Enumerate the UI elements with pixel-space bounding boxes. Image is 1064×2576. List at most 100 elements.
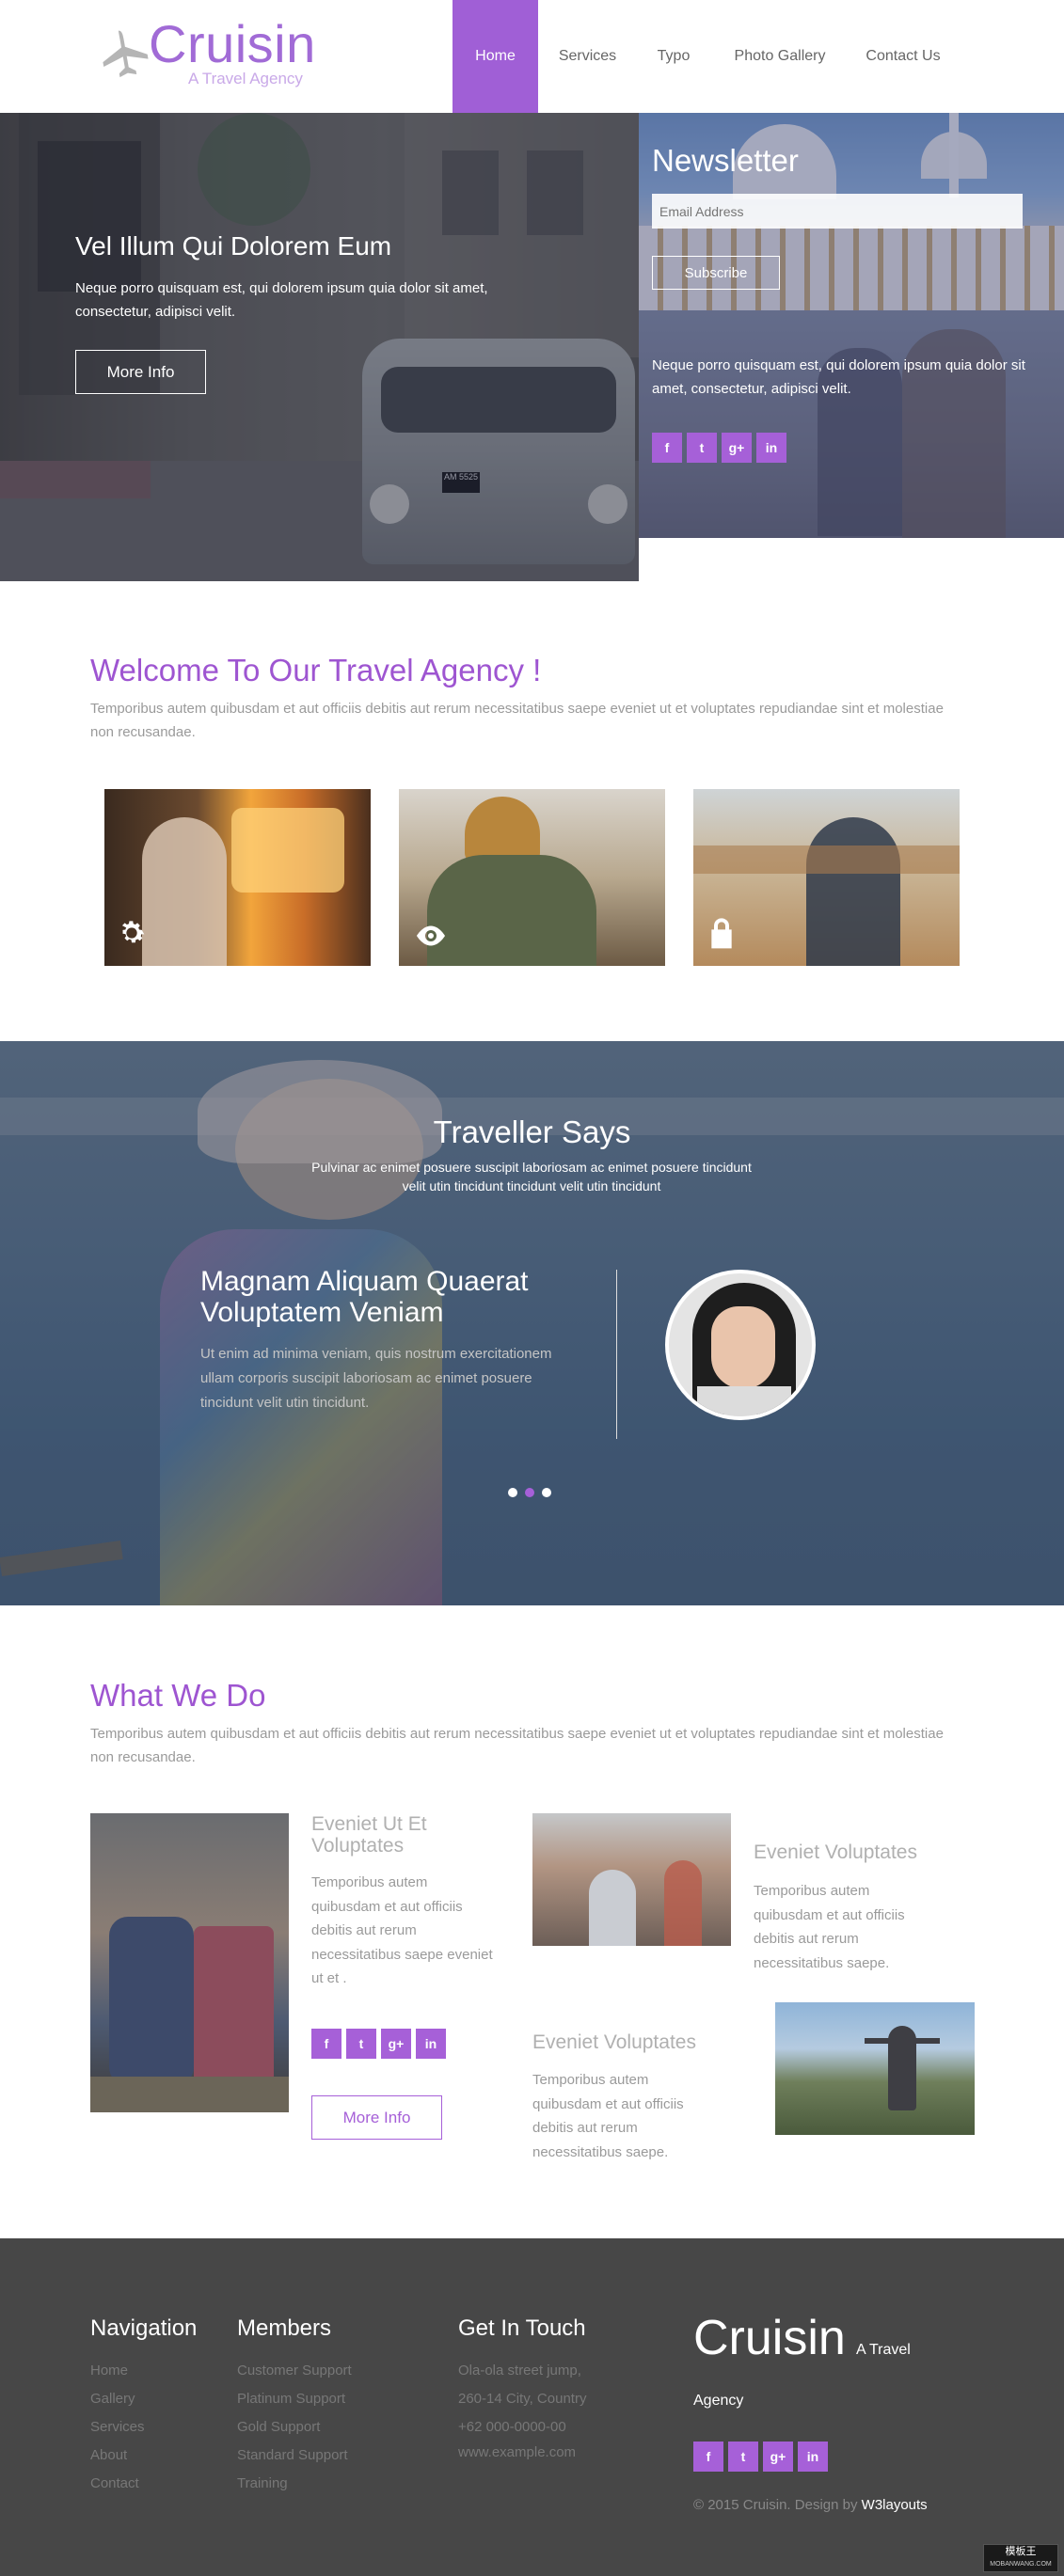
welcome-title: Welcome To Our Travel Agency ! [90,653,542,687]
nav-photo-gallery[interactable]: Photo Gallery [724,0,835,113]
slider-dot-2[interactable] [525,1488,534,1497]
lock-icon [711,918,732,949]
welcome-text: Temporibus autem quibusdam et aut offici… [90,701,944,740]
footer-phone: +62 000-0000-00 [458,2419,566,2435]
footer-copyright: © 2015 Cruisin. Design by W3layouts [693,2497,928,2513]
logo-tagline: A Travel Agency [188,70,303,87]
footer-address-line2: 260-14 City, Country [458,2391,587,2407]
site-header: Cruisin A Travel Agency Home Services Ty… [0,0,1064,113]
newsletter-email-input[interactable] [652,194,1023,229]
footer-brand: Cruisin [693,2311,846,2365]
jacket [427,855,596,966]
item2-title: Eveniet Voluptates [754,1841,917,1863]
newsletter-panel: Newsletter Subscribe Neque porro quisqua… [639,113,1064,538]
beanie-hat [465,797,540,862]
item3-title: Eveniet Voluptates [532,2031,696,2053]
designer-link[interactable]: W3layouts [862,2497,928,2513]
nav-home[interactable]: Home [453,0,538,113]
facebook-icon[interactable]: f [693,2442,723,2472]
sunset-window [231,808,344,893]
item2-text: Temporibus autem quibusdam et aut offici… [754,1883,905,1971]
what-we-do-text: Temporibus autem quibusdam et aut offici… [90,1726,944,1765]
footer-link-contact[interactable]: Contact [90,2475,139,2491]
newsletter-subscribe-button[interactable]: Subscribe [652,256,780,290]
suitcase [194,1926,274,2086]
newsletter-text: Neque porro quisquam est, qui dolorem ip… [652,357,1025,397]
welcome-card-3[interactable] [693,789,960,966]
item1-more-info-button[interactable]: More Info [311,2095,442,2140]
linkedin-icon[interactable]: in [798,2442,828,2472]
what-we-do-title: What We Do [90,1678,266,1713]
watermark-top: 模板王 [1005,2546,1037,2557]
man-figure [806,817,900,966]
fort-wall [693,845,960,874]
linkedin-icon[interactable]: in [756,433,786,463]
gear-icon [121,921,145,943]
hiker-arms [865,2038,940,2044]
twitter-icon[interactable]: t [687,433,717,463]
footer-link-training[interactable]: Training [237,2475,288,2491]
welcome-card-2[interactable] [399,789,665,966]
footer-contact-title: Get In Touch [458,2315,586,2341]
footer-address-line1: Ola-ola street jump, [458,2363,581,2378]
floor [90,2077,289,2112]
item1-text: Temporibus autem quibusdam et aut offici… [311,1874,493,1986]
footer-link-gold-support[interactable]: Gold Support [237,2419,320,2435]
testimonial-subtitle: Pulvinar ac enimet posuere suscipit labo… [311,1160,752,1193]
hero-overlay [0,113,639,581]
welcome-card-1[interactable] [104,789,371,966]
quote-text: Ut enim ad minima veniam, quis nostrum e… [200,1346,552,1411]
footer-link-customer-support[interactable]: Customer Support [237,2363,352,2378]
google-plus-icon[interactable]: g+ [722,433,752,463]
site-footer: Navigation Home Gallery Services About C… [0,2238,1064,2576]
person-figure [664,1860,702,1946]
copyright-text: © 2015 Cruisin. Design by [693,2497,858,2513]
airplane-icon [103,30,149,78]
luggage-photo [90,1813,289,2112]
newsletter-title: Newsletter [652,143,799,178]
footer-link-about[interactable]: About [90,2447,127,2463]
footer-link-home[interactable]: Home [90,2363,128,2378]
twitter-icon[interactable]: t [346,2029,376,2059]
facebook-icon[interactable]: f [311,2029,341,2059]
testimonial-title: Traveller Says [433,1114,631,1149]
nav-typo[interactable]: Typo [640,0,707,113]
hero-heading: Vel Illum Qui Dolorem Eum [75,231,392,261]
slider-dot-1[interactable] [508,1488,517,1497]
hero-more-info-button[interactable]: More Info [75,350,206,394]
footer-nav-title: Navigation [90,2315,198,2341]
item1-title: Eveniet Ut Et Voluptates [311,1813,427,1857]
mountain-photo [775,2002,975,2135]
google-plus-icon[interactable]: g+ [381,2029,411,2059]
footer-brand-tag-line1: A Travel [856,2342,911,2358]
footer-link-standard-support[interactable]: Standard Support [237,2447,348,2463]
testimonial-section: Traveller Says Pulvinar ac enimet posuer… [0,1041,1064,1605]
footer-brand-tag-line2: Agency [693,2393,744,2409]
reviewer-avatar [665,1270,816,1420]
facebook-icon[interactable]: f [652,433,682,463]
eye-icon [417,925,445,946]
item3-text: Temporibus autem quibusdam et aut offici… [532,2072,684,2160]
footer-website[interactable]: www.example.com [458,2444,576,2460]
quote-divider [616,1270,617,1439]
street-market-photo [532,1813,731,1946]
google-plus-icon[interactable]: g+ [763,2442,793,2472]
watermark-badge: 模板王 MOBANWANG.COM [983,2544,1058,2572]
quote-title: Magnam Aliquam Quaerat Voluptatem Veniam [200,1266,529,1328]
logo-title[interactable]: Cruisin [149,13,316,74]
nav-services[interactable]: Services [548,0,627,113]
man-figure [142,817,227,966]
nav-contact-us[interactable]: Contact Us [852,0,954,113]
footer-link-services[interactable]: Services [90,2419,145,2435]
footer-link-gallery[interactable]: Gallery [90,2391,135,2407]
slider-dot-3[interactable] [542,1488,551,1497]
footer-members-title: Members [237,2315,332,2341]
hero-banner: AM 5525 Vel Illum Qui Dolorem Eum Neque … [0,113,639,581]
twitter-icon[interactable]: t [728,2442,758,2472]
person-figure [589,1870,636,1946]
jeans [109,1917,194,2086]
watermark-bottom: MOBANWANG.COM [990,2561,1052,2568]
hero-text: Neque porro quisquam est, qui dolorem ip… [75,280,488,320]
linkedin-icon[interactable]: in [416,2029,446,2059]
footer-link-platinum-support[interactable]: Platinum Support [237,2391,345,2407]
